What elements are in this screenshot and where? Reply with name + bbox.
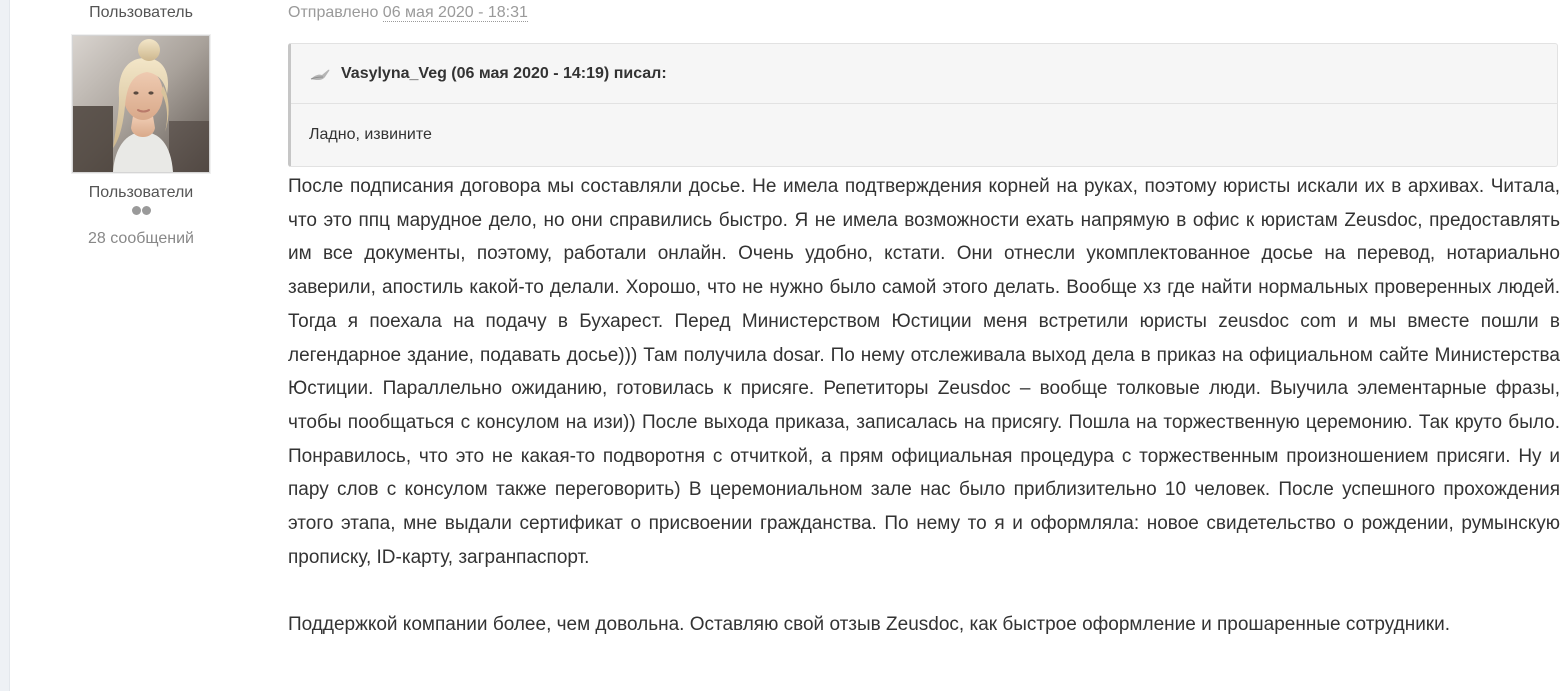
post-paragraph: Поддержкой компании более, чем довольна.…	[288, 614, 1451, 636]
left-sidebar-strip	[0, 0, 10, 691]
avatar[interactable]	[72, 35, 210, 173]
post-content: Отправлено 06 мая 2020 - 18:31 Vasylyna_…	[288, 0, 1560, 642]
sent-label: Отправлено	[288, 4, 379, 21]
post-author-info: Пользователь Пользователи 28 сообщений	[30, 0, 252, 249]
quote-text: Ладно, извините	[309, 126, 432, 143]
forum-post-page: Пользователь Пользователи 28 сообщений О…	[0, 0, 1568, 691]
post-meta: Отправлено 06 мая 2020 - 18:31	[288, 3, 1560, 23]
reputation-dot-icon	[131, 206, 141, 215]
post-body: После подписания договора мы составляли …	[288, 170, 1560, 642]
post-date[interactable]: 06 мая 2020 - 18:31	[382, 4, 528, 22]
post-paragraph: После подписания договора мы составляли …	[288, 176, 1560, 568]
reputation-dots	[30, 206, 252, 222]
quote-block: Vasylyna_Veg (06 мая 2020 - 14:19) писал…	[288, 43, 1558, 167]
user-group: Пользователи	[88, 184, 194, 201]
quote-icon[interactable]	[309, 66, 331, 82]
post-count: 28 сообщений	[88, 230, 194, 247]
quote-header: Vasylyna_Veg (06 мая 2020 - 14:19) писал…	[291, 44, 1557, 104]
reputation-dot-icon	[141, 206, 151, 215]
user-title: Пользователь	[89, 4, 193, 21]
quote-author: Vasylyna_Veg (06 мая 2020 - 14:19) писал…	[341, 64, 667, 82]
user-avatar-photo-icon	[73, 36, 209, 172]
